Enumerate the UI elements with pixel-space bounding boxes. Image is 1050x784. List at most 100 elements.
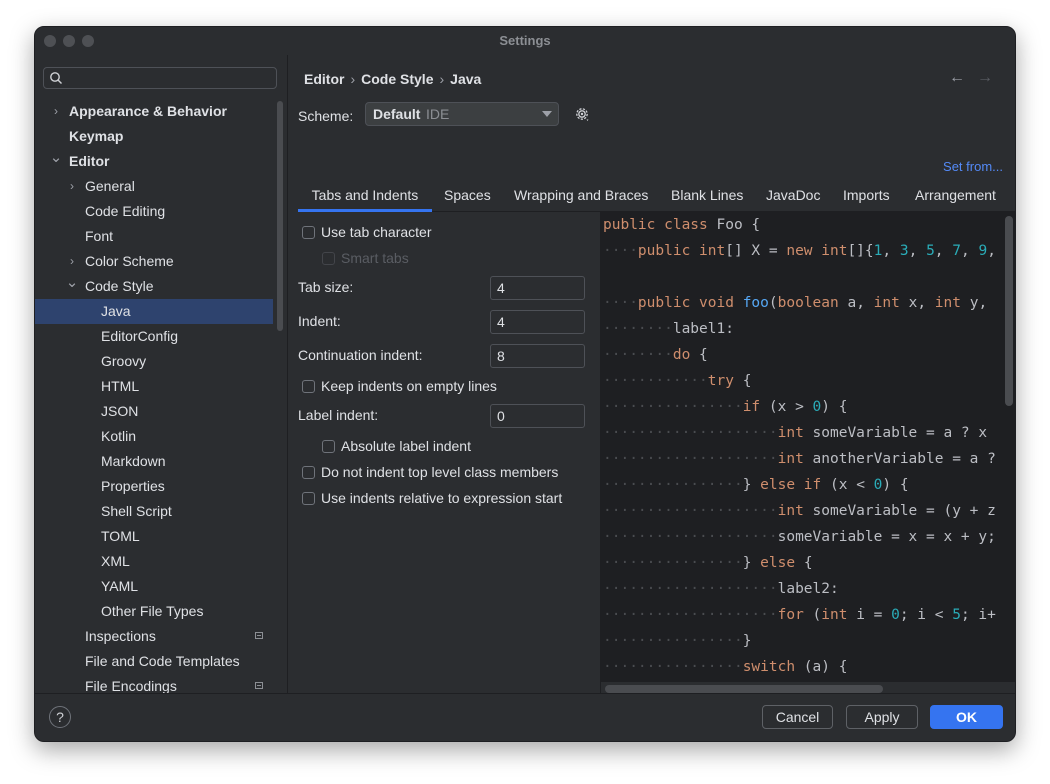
sidebar-item-file-and-code-templates[interactable]: File and Code Templates [35, 649, 273, 674]
indent-guide-dots: ···· [603, 295, 638, 311]
gear-icon[interactable] [574, 106, 590, 122]
sidebar-item-code-style[interactable]: ⌄ Code Style [35, 274, 273, 299]
code-token: []{ [847, 243, 874, 259]
code-token: 0 [812, 399, 822, 415]
sidebar-item-editorconfig[interactable]: EditorConfig [35, 324, 273, 349]
forward-arrow-icon[interactable]: → [977, 69, 993, 86]
code-horizontal-scrollbar[interactable] [605, 685, 883, 693]
code-token: , [882, 243, 900, 259]
sidebar-scrollbar[interactable] [277, 101, 283, 331]
help-button[interactable]: ? [49, 706, 71, 728]
chevron-down-icon[interactable]: ⌄ [65, 270, 79, 295]
sidebar-item-markdown[interactable]: Markdown [35, 449, 273, 474]
back-arrow-icon[interactable]: ← [949, 69, 965, 86]
sidebar-item-keymap[interactable]: Keymap [35, 124, 273, 149]
tab-tabs-and-indents[interactable]: Tabs and Indents [298, 181, 432, 212]
code-line: ····public int[] X = new int[]{1, 3, 5, … [603, 238, 996, 264]
sidebar-item-label: Appearance & Behavior [69, 103, 227, 119]
tab-imports[interactable]: Imports [843, 181, 890, 209]
tab-size-field[interactable]: 4 [490, 276, 585, 300]
tab-wrapping-and-braces[interactable]: Wrapping and Braces [514, 181, 648, 209]
sidebar-item-yaml[interactable]: YAML [35, 574, 273, 599]
search-input[interactable] [43, 67, 277, 89]
use-tab-character-checkbox[interactable] [302, 226, 315, 239]
code-line: ············try { [603, 368, 751, 394]
relative-to-expression-label: Use indents relative to expression start [321, 490, 563, 506]
sidebar-item-java[interactable]: Java [35, 299, 273, 324]
tab-size-label: Tab size: [298, 279, 354, 295]
set-from-link[interactable]: Set from... [943, 159, 1003, 174]
chevron-right-icon[interactable]: › [65, 174, 79, 199]
tab-spaces[interactable]: Spaces [444, 181, 491, 209]
code-token: new int [786, 243, 848, 259]
code-line: ················} [603, 628, 751, 654]
sidebar-item-label: General [85, 178, 135, 194]
code-line: ················if (x > 0) { [603, 394, 847, 420]
scheme-scope: IDE [426, 106, 450, 122]
sidebar-item-label: HTML [101, 378, 140, 394]
code-token: } [742, 555, 761, 571]
chevron-right-icon[interactable]: › [49, 99, 63, 124]
code-line: ················} else { [603, 550, 813, 576]
scheme-dropdown[interactable]: Default IDE [365, 102, 559, 126]
code-token: 0 [891, 607, 900, 623]
project-level-icon [255, 632, 263, 639]
code-style-tabs: Tabs and Indents Spaces Wrapping and Bra… [298, 181, 1015, 212]
tab-blank-lines[interactable]: Blank Lines [671, 181, 743, 209]
tab-arrangement[interactable]: Arrangement [915, 181, 996, 209]
project-level-icon [255, 682, 263, 689]
sidebar-item-label: Properties [101, 478, 165, 494]
ok-button[interactable]: OK [930, 705, 1003, 729]
sidebar-item-general[interactable]: › General [35, 174, 273, 199]
smart-tabs-checkbox[interactable] [322, 252, 335, 265]
absolute-label-indent-checkbox[interactable] [322, 440, 335, 453]
sidebar-item-editor[interactable]: ⌄ Editor [35, 149, 273, 174]
sidebar-item-json[interactable]: JSON [35, 399, 273, 424]
breadcrumb-code-style[interactable]: Code Style [361, 71, 433, 87]
sidebar-item-xml[interactable]: XML [35, 549, 273, 574]
code-token: ( [812, 607, 822, 623]
code-line: public class Foo { [603, 212, 760, 238]
sidebar-item-appearance-behavior[interactable]: › Appearance & Behavior [35, 99, 273, 124]
breadcrumb-editor[interactable]: Editor [304, 71, 344, 87]
sidebar-item-other-file-types[interactable]: Other File Types [35, 599, 273, 624]
chevron-down-icon[interactable]: ⌄ [49, 145, 63, 170]
keep-indents-checkbox[interactable] [302, 380, 315, 393]
code-token: , [934, 243, 953, 259]
code-token: 9 [978, 243, 988, 259]
code-token: int [777, 503, 813, 519]
tab-javadoc[interactable]: JavaDoc [766, 181, 820, 209]
code-vertical-scrollbar[interactable] [1005, 216, 1013, 406]
cancel-button[interactable]: Cancel [762, 705, 833, 729]
no-indent-top-level-checkbox[interactable] [302, 466, 315, 479]
sidebar-item-label: File and Code Templates [85, 653, 240, 669]
code-token: foo [742, 295, 769, 311]
sidebar-item-label: Java [101, 303, 131, 319]
code-token: i = [856, 607, 892, 623]
relative-to-expression-checkbox[interactable] [302, 492, 315, 505]
continuation-indent-field[interactable]: 8 [490, 344, 585, 368]
sidebar-item-properties[interactable]: Properties [35, 474, 273, 499]
scheme-label: Scheme: [298, 108, 354, 124]
indent-guide-dots: ················ [603, 555, 743, 571]
sidebar-item-html[interactable]: HTML [35, 374, 273, 399]
code-token: ; i+ [960, 607, 996, 623]
sidebar-item-shell-script[interactable]: Shell Script [35, 499, 273, 524]
code-token: 3 [899, 243, 909, 259]
dialog-button-bar: ? Cancel Apply OK [35, 693, 1015, 741]
sidebar-item-inspections[interactable]: Inspections [35, 624, 273, 649]
code-token: int [873, 295, 909, 311]
sidebar-item-groovy[interactable]: Groovy [35, 349, 273, 374]
code-token: public void [637, 295, 743, 311]
label-indent-field[interactable]: 0 [490, 404, 585, 428]
sidebar-item-code-editing[interactable]: Code Editing [35, 199, 273, 224]
search-icon [50, 72, 62, 84]
sidebar-item-font[interactable]: Font [35, 224, 273, 249]
sidebar-item-toml[interactable]: TOML [35, 524, 273, 549]
apply-button[interactable]: Apply [846, 705, 918, 729]
sidebar-item-kotlin[interactable]: Kotlin [35, 424, 273, 449]
indent-field[interactable]: 4 [490, 310, 585, 334]
code-line: ····················int anotherVariable … [603, 446, 996, 472]
code-line: ····public void foo(boolean a, int x, in… [603, 290, 996, 316]
indent-guide-dots: ················ [603, 659, 743, 675]
